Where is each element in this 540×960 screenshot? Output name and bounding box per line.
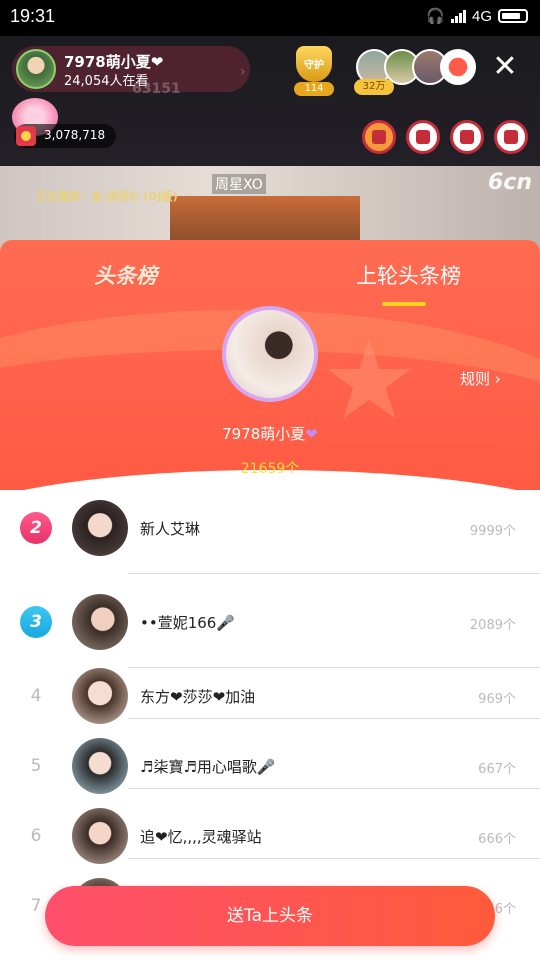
row-divider [128,718,540,719]
entry-name: 新人艾琳 [140,520,201,538]
rank-number: 6 [30,826,42,846]
gift-icon[interactable] [450,120,484,154]
status-bar: 19:31 🎧 4G [0,0,540,36]
avatar[interactable] [72,738,128,794]
board-hero: ★ 头条榜 上轮头条榜 7978萌小夏❤ 21659个 规则 › [0,240,540,490]
now-playing-text: 正在播放：金-我很忙 (DJ版) [36,190,178,203]
network-type: 4G [471,7,492,25]
close-icon[interactable]: ✕ [488,50,522,84]
avatar[interactable] [440,49,476,85]
avatar[interactable] [72,594,128,650]
row-divider [128,858,540,859]
signal-icon [450,9,466,23]
live-header: 7978萌小夏❤ 24,054人在看 63151 › 守护 114 32万 ✕ … [0,36,540,166]
fire-gift-icon[interactable] [362,120,396,154]
gift-icon[interactable] [494,120,528,154]
status-icons: 🎧 4G [426,7,528,25]
entry-name: ♬柒寶♬用心唱歌🎤 [140,758,276,776]
row-divider [128,788,540,789]
chevron-right-icon: › [240,64,246,80]
row-divider [128,573,540,574]
streamer-tag: 周星XO [212,174,266,194]
entry-count: 9999个 [469,524,516,539]
send-to-headline-button[interactable]: 送Ta上头条 [45,886,495,946]
headphones-icon: 🎧 [426,8,445,25]
watermark-logo: 6cn [487,170,532,195]
tab-current-board[interactable]: 头条榜 [94,260,157,290]
tab-previous-board[interactable]: 上轮头条榜 [356,260,461,290]
tab-indicator [382,302,426,306]
guard-badge[interactable]: 守护 114 [290,44,338,96]
rank-number: 3 [20,606,52,638]
guard-label: 守护 [304,60,324,71]
coin-balance: 3,078,718 [44,128,106,142]
entry-count: 667个 [478,762,516,777]
audience-badge: 32万 [354,79,394,95]
top-user-name: 7978萌小夏❤ [222,425,318,443]
coin-balance-pill[interactable]: 3,078,718 [14,124,116,148]
host-info-pill[interactable]: 7978萌小夏❤ 24,054人在看 63151 › [12,46,250,97]
rules-label: 规则 [460,370,491,388]
entry-name: ••萱妮166🎤 [140,614,236,632]
avatar[interactable] [72,668,128,724]
host-avatar[interactable] [16,49,56,89]
battery-icon [498,9,528,23]
headline-board-panel: ★ 头条榜 上轮头条榜 7978萌小夏❤ 21659个 规则 › 2 新人艾琳 99… [0,240,540,960]
heart-icon: ❤ [305,425,318,443]
room-id: 63151 [132,81,181,97]
audience-avatars[interactable]: 32万 [354,49,476,95]
entry-count: 969个 [478,692,516,707]
top-user-count: 21659个 [240,461,300,477]
guard-count: 114 [294,82,334,96]
rank-number: 4 [30,686,42,706]
star-icon: ★ [320,316,419,444]
list-item[interactable]: 2 新人艾琳 9999个 [0,482,540,574]
chevron-right-icon: › [494,370,501,388]
rules-link[interactable]: 规则 › [460,368,501,389]
host-name: 7978萌小夏❤ [64,53,164,71]
entry-count: 2089个 [469,618,516,633]
rank-number: 2 [20,512,52,544]
coin-icon [16,126,36,146]
avatar[interactable] [72,808,128,864]
top-user-avatar[interactable] [222,306,318,402]
gift-icon[interactable] [406,120,440,154]
entry-name: 东方❤莎莎❤加油 [140,688,256,706]
clock: 19:31 [10,6,56,26]
rank-number: 5 [30,756,42,776]
avatar[interactable] [72,500,128,556]
entry-count: 666个 [478,832,516,847]
entry-name: 追❤忆,,,,灵魂驿站 [140,828,262,846]
